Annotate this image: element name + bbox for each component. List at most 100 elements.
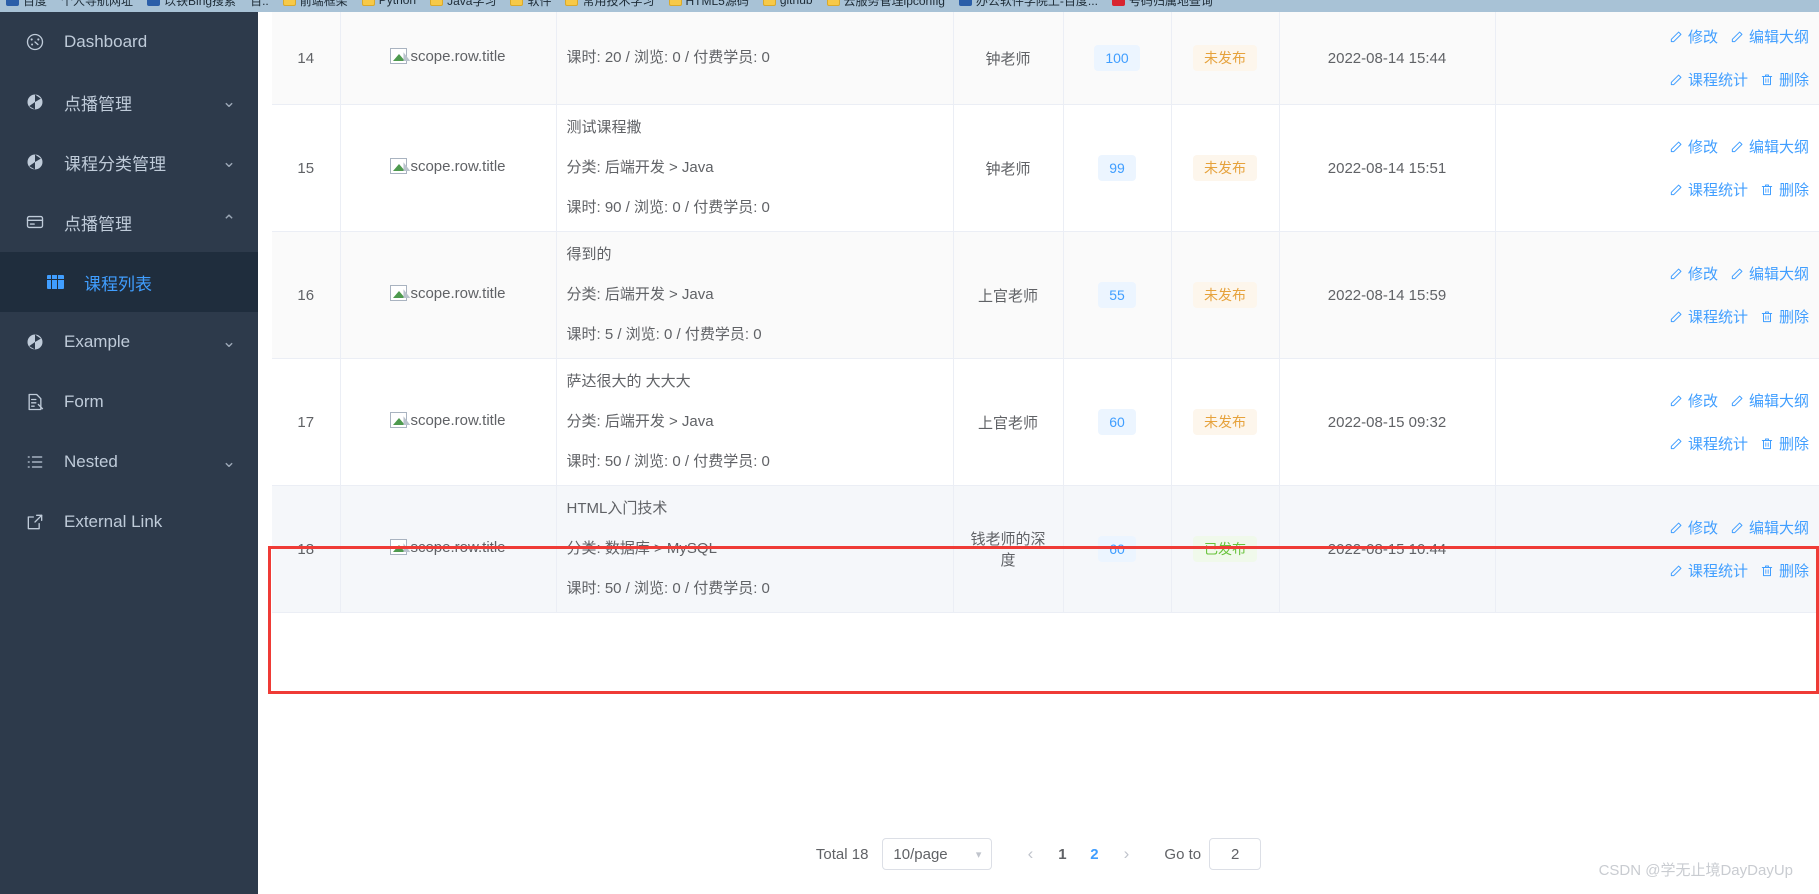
delete-course-link[interactable]: 删除 bbox=[1760, 560, 1809, 581]
course-title: 得到的 bbox=[566, 246, 612, 263]
action-row-secondary: 课程统计 删除 bbox=[1506, 306, 1809, 327]
bookmark-item[interactable]: HTML5源码 bbox=[668, 0, 749, 9]
bookmark-label: github bbox=[779, 0, 813, 7]
course-stats-link[interactable]: 课程统计 bbox=[1669, 560, 1748, 581]
sidebar-item-3[interactable]: 课程分类管理 ⌄ bbox=[0, 132, 258, 192]
sidebar-item-label: 点播管理 bbox=[64, 214, 132, 234]
bookmark-item[interactable]: 个人导航网址 bbox=[61, 0, 133, 9]
course-stats-link[interactable]: 课程统计 bbox=[1669, 433, 1748, 454]
cell-id: 17 bbox=[272, 358, 341, 486]
sidebar-item-course-list[interactable]: 课程列表 bbox=[0, 252, 258, 312]
bookmark-item[interactable]: 常用技术学习 bbox=[565, 0, 655, 9]
bookmark-item[interactable]: 百度 bbox=[6, 0, 47, 9]
goto-page-input[interactable] bbox=[1209, 838, 1262, 870]
bookmark-item[interactable]: 云服务管理ipconfig bbox=[826, 0, 945, 9]
bookmark-item[interactable]: 百.. bbox=[250, 0, 269, 9]
count-badge: 60 bbox=[1098, 535, 1136, 563]
folder-icon bbox=[826, 0, 840, 6]
cell-id: 14 bbox=[272, 12, 341, 105]
bookmark-item[interactable]: 软件 bbox=[510, 0, 551, 9]
cell-status: 未发布 bbox=[1171, 231, 1280, 359]
sidebar-item-1[interactable]: Dashboard bbox=[0, 12, 258, 72]
bookmark-list[interactable]: 百度 个人导航网址 以铁Bing搜索 百.. 前端框架 Python Java学习 软件 常用技… bbox=[0, 0, 1819, 11]
count-badge: 100 bbox=[1094, 44, 1140, 72]
table-row[interactable]: 18 scope.row.title HTML入门技术 分类: 数据库 > MySQL… bbox=[272, 485, 1819, 613]
sidebar: Dashboard 点播管理 ⌄ 课程分类管理 ⌄ 点播管理 ⌃ 课程列表 Example ⌄ Fo… bbox=[0, 12, 258, 894]
table-row[interactable]: 15 scope.row.title 测试课程撒 分类: 后端开发 > Java 课时:… bbox=[272, 104, 1819, 232]
cell-cover: scope.row.title bbox=[340, 485, 557, 613]
edit-outline-link[interactable]: 编辑大纲 bbox=[1730, 517, 1809, 538]
delete-course-link[interactable]: 删除 bbox=[1760, 69, 1809, 90]
component-icon bbox=[24, 331, 46, 353]
sidebar-item-label: Dashboard bbox=[64, 32, 148, 51]
page-size-value: 10/page bbox=[893, 845, 948, 863]
edit-icon bbox=[1669, 30, 1683, 44]
bookmark-item[interactable]: Java学习 bbox=[430, 0, 496, 9]
sidebar-item-4[interactable]: 点播管理 ⌃ bbox=[0, 192, 258, 252]
page-number-2[interactable]: 2 bbox=[1078, 838, 1110, 870]
next-page-button[interactable]: › bbox=[1110, 838, 1142, 870]
cell-count: 55 bbox=[1063, 231, 1172, 359]
edit-course-link[interactable]: 修改 bbox=[1669, 263, 1718, 284]
course-title: 测试课程撒 bbox=[566, 119, 642, 136]
delete-course-link[interactable]: 删除 bbox=[1760, 179, 1809, 200]
pagination: Total 18 10/page ▾ ‹ 1 2 › Go to bbox=[258, 838, 1819, 870]
cell-teacher: 钟老师 bbox=[953, 104, 1064, 232]
cell-date: 2022-08-14 15:59 bbox=[1279, 231, 1496, 359]
course-stats-link[interactable]: 课程统计 bbox=[1669, 69, 1748, 90]
bookmark-item[interactable]: 办公软件学院上-百度... bbox=[958, 0, 1098, 9]
folder-icon bbox=[762, 0, 776, 6]
course-stats-link[interactable]: 课程统计 bbox=[1669, 179, 1748, 200]
cell-cover: scope.row.title bbox=[340, 104, 557, 232]
sidebar-item-5[interactable]: Example ⌄ bbox=[0, 312, 258, 372]
bookmark-item[interactable]: 号码归属地查询 bbox=[1111, 0, 1213, 9]
browser-bookmark-bar[interactable]: 百度 个人导航网址 以铁Bing搜索 百.. 前端框架 Python Java学习 软件 常用技… bbox=[0, 0, 1819, 12]
cell-teacher: 上官老师 bbox=[953, 231, 1064, 359]
edit-course-link[interactable]: 修改 bbox=[1669, 390, 1718, 411]
cover-alt-text: scope.row.title bbox=[410, 538, 506, 556]
sidebar-item-7[interactable]: Nested ⌄ bbox=[0, 432, 258, 492]
cell-count: 60 bbox=[1063, 485, 1172, 613]
folder-icon bbox=[565, 0, 579, 6]
sidebar-item-2[interactable]: 点播管理 ⌄ bbox=[0, 72, 258, 132]
cell-actions: 修改 编辑大纲课程统计 删除 bbox=[1495, 12, 1819, 105]
count-badge: 60 bbox=[1098, 408, 1136, 436]
broken-image-icon: scope.row.title bbox=[390, 538, 506, 556]
delete-icon bbox=[1760, 564, 1774, 578]
delete-course-link[interactable]: 删除 bbox=[1760, 306, 1809, 327]
table-row[interactable]: 14 scope.row.title 课时: 20 / 浏览: 0 / 付费学员: … bbox=[272, 12, 1819, 105]
sidebar-item-6[interactable]: Form bbox=[0, 372, 258, 432]
delete-icon bbox=[1760, 73, 1774, 87]
action-row-primary: 修改 编辑大纲 bbox=[1506, 26, 1809, 47]
chevron-down-icon: ▾ bbox=[975, 848, 982, 861]
edit-outline-link[interactable]: 编辑大纲 bbox=[1730, 263, 1809, 284]
course-stats-link[interactable]: 课程统计 bbox=[1669, 306, 1748, 327]
page-size-select[interactable]: 10/page ▾ bbox=[882, 838, 993, 870]
bookmark-label: 号码归属地查询 bbox=[1128, 0, 1213, 8]
bookmark-item[interactable]: 前端框架 bbox=[282, 0, 348, 9]
bookmark-item[interactable]: 以铁Bing搜索 bbox=[147, 0, 236, 9]
edit-course-link[interactable]: 修改 bbox=[1669, 136, 1718, 157]
edit-course-link[interactable]: 修改 bbox=[1669, 517, 1718, 538]
table-row[interactable]: 16 scope.row.title 得到的 分类: 后端开发 > Java 课时: 5… bbox=[272, 231, 1819, 359]
cell-count: 60 bbox=[1063, 358, 1172, 486]
cell-cover: scope.row.title bbox=[340, 231, 557, 359]
table-row[interactable]: 17 scope.row.title 萨达很大的 大大大 分类: 后端开发 > Jav… bbox=[272, 358, 1819, 486]
grid-icon bbox=[44, 271, 66, 293]
edit-icon bbox=[1730, 140, 1744, 154]
bookmark-item[interactable]: Python bbox=[361, 0, 416, 7]
prev-page-button[interactable]: ‹ bbox=[1014, 838, 1046, 870]
edit-outline-link[interactable]: 编辑大纲 bbox=[1730, 26, 1809, 47]
favicon-icon bbox=[958, 0, 972, 6]
page-number-1[interactable]: 1 bbox=[1046, 838, 1078, 870]
delete-course-link[interactable]: 删除 bbox=[1760, 433, 1809, 454]
action-row-primary: 修改 编辑大纲 bbox=[1506, 517, 1809, 538]
course-category: 分类: 后端开发 > Java bbox=[566, 159, 714, 176]
edit-outline-link[interactable]: 编辑大纲 bbox=[1730, 136, 1809, 157]
broken-image-icon: scope.row.title bbox=[390, 412, 506, 429]
edit-outline-link[interactable]: 编辑大纲 bbox=[1730, 390, 1809, 411]
edit-icon bbox=[1669, 394, 1683, 408]
edit-course-link[interactable]: 修改 bbox=[1669, 26, 1718, 47]
bookmark-item[interactable]: github bbox=[762, 0, 813, 7]
sidebar-item-8[interactable]: External Link bbox=[0, 492, 258, 552]
